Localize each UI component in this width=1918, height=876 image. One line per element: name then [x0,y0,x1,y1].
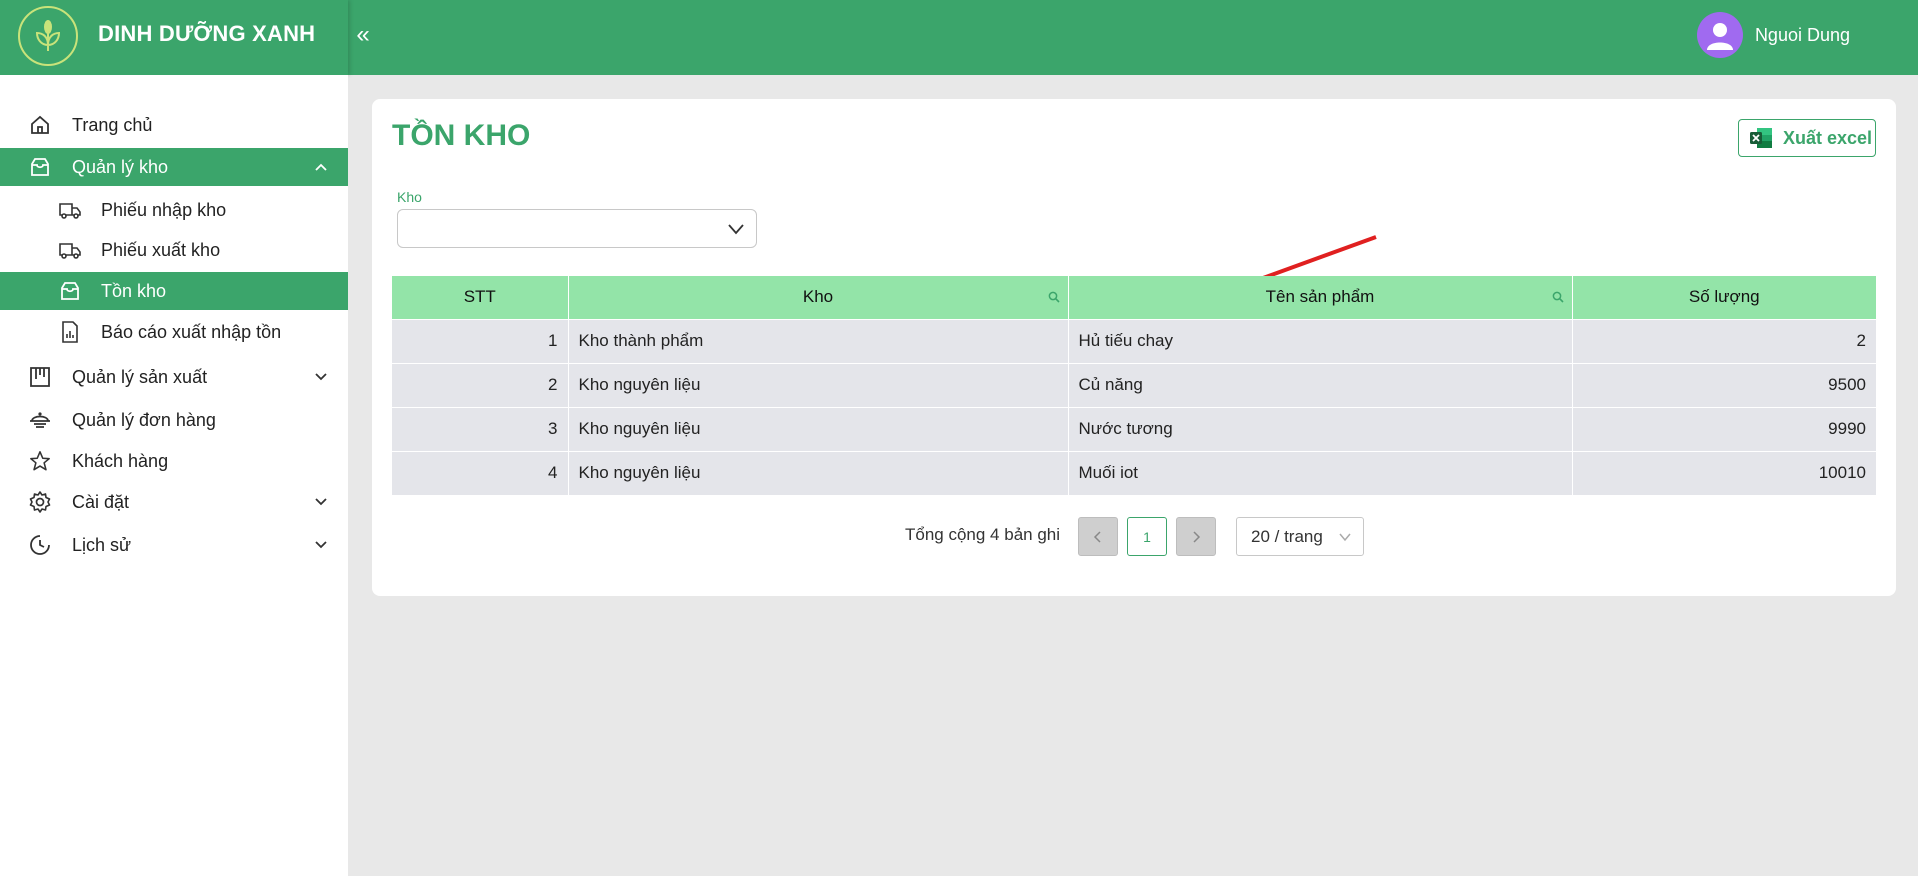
sidebar-item-label: Báo cáo xuất nhập tồn [101,321,282,342]
inbox-icon [58,279,82,303]
page-size-value: 20 / trang [1251,526,1323,546]
warehouse-filter-label: Kho [397,189,422,205]
home-icon [28,113,52,137]
inventory-table: STT Kho Tên sản phẩm Số lượng 1 Kho thàn… [392,276,1876,495]
sidebar-item-report[interactable]: Báo cáo xuất nhập tồn [0,313,348,351]
user-menu[interactable]: Nguoi Dung [1696,12,1850,58]
sidebar-item-label: Lịch sử [72,534,132,555]
cell-stt: 3 [392,406,569,451]
history-icon [28,533,52,557]
chevron-up-icon [314,160,328,174]
truck-icon [58,238,82,262]
inventory-card: TỒN KHO Xuất excel Kho STT Kho Tên sản p… [372,99,1896,596]
export-excel-button[interactable]: Xuất excel [1738,119,1876,157]
sidebar-item-stock-in[interactable]: Phiếu nhập kho [0,191,348,229]
brand-area: DINH DƯỠNG XANH [0,0,348,75]
cell-quantity: 9990 [1572,406,1876,451]
truck-in-icon [58,198,82,222]
sidebar-item-label: Cài đặt [72,491,130,512]
inbox-icon [28,155,52,179]
cell-product: Muối iot [1068,450,1573,495]
brand-name: DINH DƯỠNG XANH [98,21,316,46]
collapse-sidebar-button[interactable]: « [350,20,376,50]
star-icon [28,449,52,473]
sidebar-item-warehouse[interactable]: Quản lý kho [0,148,348,186]
chevron-right-icon [1193,530,1201,543]
avatar-icon [1696,12,1743,58]
sidebar-item-label: Khách hàng [72,450,169,471]
excel-icon [1750,128,1772,148]
table-row: 1 Kho thành phẩm Hủ tiếu chay 2 [392,318,1876,363]
table-row: 3 Kho nguyên liệu Nước tương 9990 [392,406,1876,451]
cell-warehouse: Kho nguyên liệu [568,450,1069,495]
col-header-product[interactable]: Tên sản phẩm [1068,276,1573,319]
table-row: 2 Kho nguyên liệu Củ năng 9500 [392,362,1876,407]
sidebar: Trang chủ Quản lý kho Phiếu nhập kho Phi… [0,75,348,876]
sidebar-item-customers[interactable]: Khách hàng [0,442,348,480]
col-header-stt: STT [392,276,569,319]
sidebar-item-label: Tồn kho [101,280,167,301]
cell-quantity: 2 [1572,318,1876,363]
sidebar-item-settings[interactable]: Cài đặt [0,483,348,521]
cell-warehouse: Kho nguyên liệu [568,406,1069,451]
pagination: Tổng cộng 4 bản ghi 1 20 / trang [372,517,1896,557]
sidebar-item-stock-out[interactable]: Phiếu xuất kho [0,231,348,269]
col-header-warehouse[interactable]: Kho [568,276,1069,319]
sidebar-item-label: Quản lý kho [72,156,169,177]
sidebar-item-label: Quản lý đơn hàng [72,409,216,430]
search-icon[interactable] [1048,291,1060,303]
search-icon[interactable] [1552,291,1564,303]
sidebar-item-production[interactable]: Quản lý sản xuất [0,358,348,396]
cell-quantity: 9500 [1572,362,1876,407]
page-size-select[interactable]: 20 / trang [1236,517,1364,556]
sidebar-item-home[interactable]: Trang chủ [0,106,348,144]
cell-warehouse: Kho thành phẩm [568,318,1069,363]
cell-stt: 2 [392,362,569,407]
sidebar-item-history[interactable]: Lịch sử [0,526,348,564]
table-row: 4 Kho nguyên liệu Muối iot 10010 [392,450,1876,495]
cell-stt: 4 [392,450,569,495]
sidebar-item-label: Trang chủ [72,114,153,135]
next-page-button[interactable] [1176,517,1216,556]
col-header-quantity: Số lượng [1572,276,1876,319]
page-title: TỒN KHO [392,119,531,152]
sidebar-item-orders[interactable]: Quản lý đơn hàng [0,401,348,439]
chevron-down-icon [314,495,328,509]
chevron-left-icon [1093,530,1101,543]
report-icon [58,320,82,344]
col-header-label: Tên sản phẩm [1265,287,1375,307]
sidebar-item-label: Phiếu xuất kho [101,239,221,260]
export-label: Xuất excel [1783,127,1873,148]
cell-quantity: 10010 [1572,450,1876,495]
cell-stt: 1 [392,318,569,363]
table-header-row: STT Kho Tên sản phẩm Số lượng [392,276,1876,319]
gear-icon [28,490,52,514]
sidebar-item-label: Quản lý sản xuất [72,366,208,387]
col-header-label: Kho [802,287,834,307]
cell-warehouse: Kho nguyên liệu [568,362,1069,407]
cell-product: Củ năng [1068,362,1573,407]
user-name: Nguoi Dung [1754,24,1850,45]
orders-icon [28,408,52,432]
cell-product: Nước tương [1068,406,1573,451]
chevron-down-icon [1339,533,1351,542]
total-records: Tổng cộng 4 bản ghi [905,525,1061,544]
factory-icon [28,365,52,389]
warehouse-select[interactable] [397,209,757,248]
chevron-down-icon [314,370,328,384]
sidebar-item-inventory[interactable]: Tồn kho [0,272,348,310]
sidebar-item-label: Phiếu nhập kho [101,199,227,220]
page-button[interactable]: 1 [1127,517,1167,556]
cell-product: Hủ tiếu chay [1068,318,1573,363]
chevron-down-icon [728,224,744,235]
leaf-logo-icon [18,6,78,66]
chevron-down-icon [314,538,328,552]
prev-page-button[interactable] [1078,517,1118,556]
